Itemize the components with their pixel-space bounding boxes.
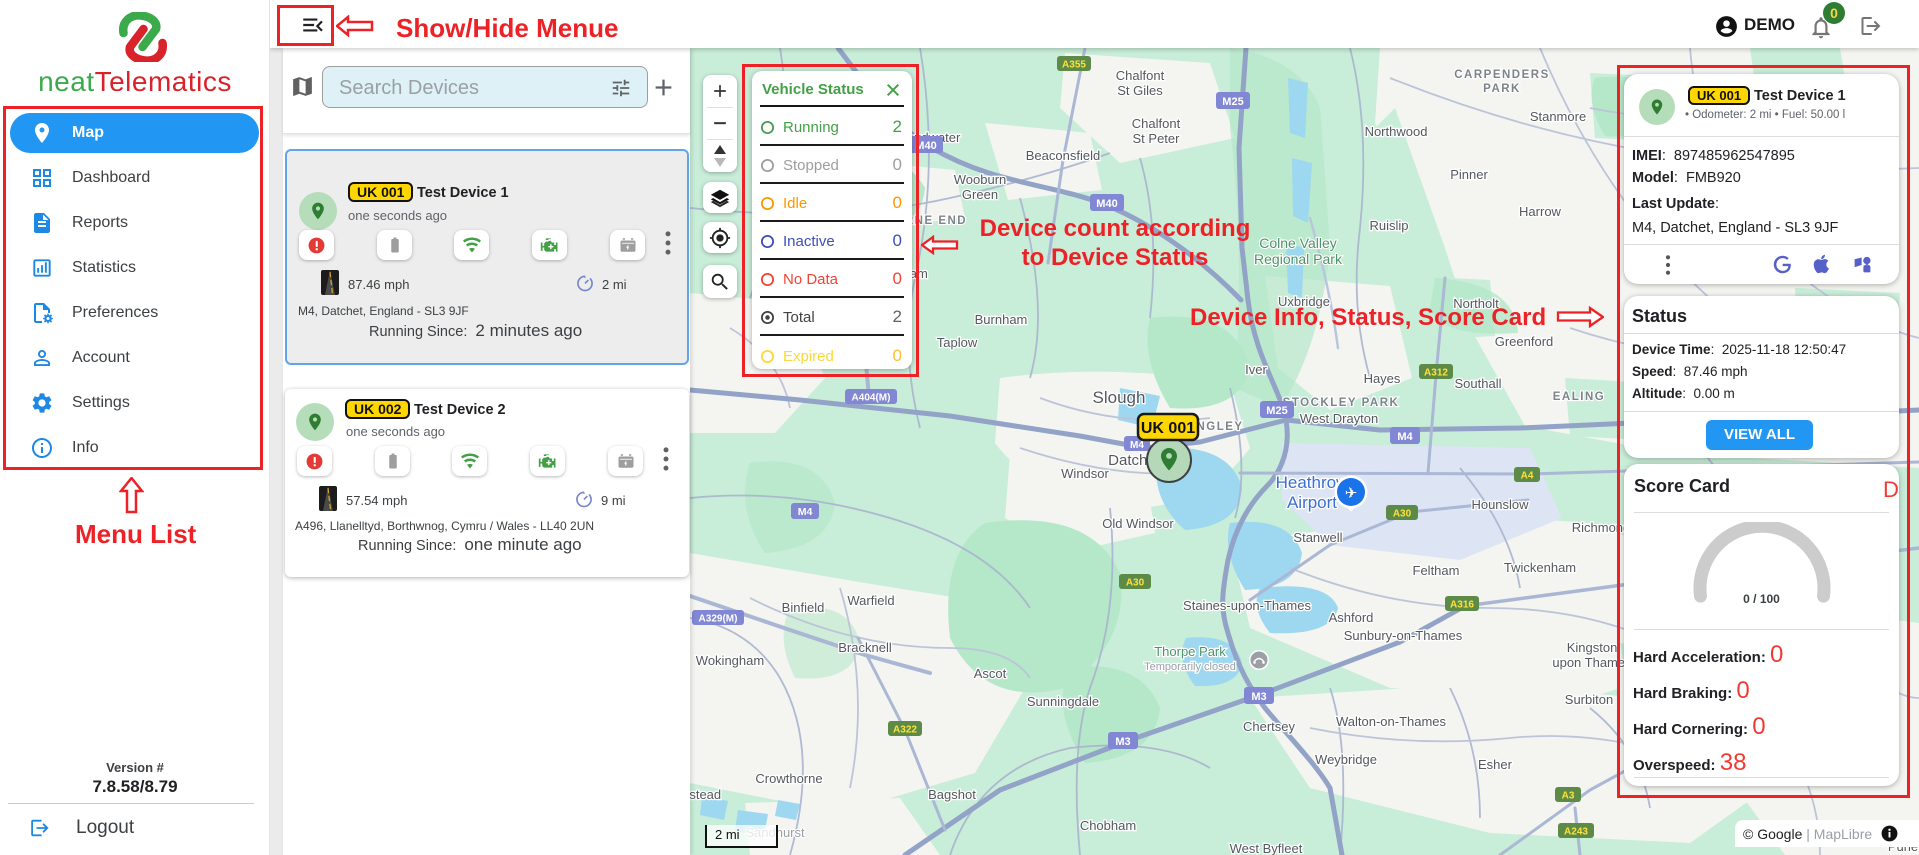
- svg-text:UK 001: UK 001: [1141, 420, 1195, 437]
- svg-text:A30: A30: [1126, 578, 1145, 589]
- svg-text:Iver: Iver: [1245, 362, 1267, 377]
- svg-text:Hounslow: Hounslow: [1471, 497, 1529, 512]
- svg-text:Green: Green: [962, 187, 998, 202]
- svg-text:St Peter: St Peter: [1133, 131, 1181, 146]
- svg-text:Binfield: Binfield: [782, 600, 825, 615]
- svg-text:A404(M): A404(M): [852, 393, 891, 404]
- svg-text:Chertsey: Chertsey: [1243, 719, 1296, 734]
- svg-text:Thorpe Park: Thorpe Park: [1154, 644, 1226, 659]
- svg-text:Staines-upon-Thames: Staines-upon-Thames: [1183, 598, 1311, 613]
- svg-text:NGLEY: NGLEY: [1196, 421, 1243, 433]
- svg-text:Chalfont: Chalfont: [1132, 116, 1181, 131]
- svg-text:EALING: EALING: [1553, 391, 1605, 403]
- svg-text:West Drayton: West Drayton: [1300, 411, 1379, 426]
- svg-text:St Giles: St Giles: [1117, 83, 1163, 98]
- svg-text:Old Windsor: Old Windsor: [1102, 516, 1174, 531]
- svg-text:A243: A243: [1564, 827, 1588, 838]
- svg-text:A30: A30: [1393, 509, 1412, 520]
- svg-text:Regional Park: Regional Park: [1254, 251, 1343, 267]
- svg-text:Ruislip: Ruislip: [1369, 218, 1408, 233]
- svg-text:West Byfleet: West Byfleet: [1230, 841, 1303, 855]
- svg-text:Hayes: Hayes: [1364, 371, 1401, 386]
- svg-text:Twickenham: Twickenham: [1504, 560, 1576, 575]
- svg-text:A316: A316: [1450, 600, 1474, 611]
- svg-text:Wooburn: Wooburn: [954, 172, 1007, 187]
- svg-text:M25: M25: [1222, 96, 1243, 108]
- svg-text:A322: A322: [893, 725, 917, 736]
- svg-text:Feltham: Feltham: [1413, 563, 1460, 578]
- svg-text:M4: M4: [1130, 440, 1144, 451]
- svg-text:Stanwell: Stanwell: [1293, 530, 1342, 545]
- svg-text:PARK: PARK: [1483, 83, 1521, 95]
- svg-text:Slough: Slough: [1093, 388, 1146, 407]
- svg-text:Bagshot: Bagshot: [928, 787, 976, 802]
- svg-text:M25: M25: [1266, 405, 1287, 417]
- svg-text:Ascot: Ascot: [974, 666, 1007, 681]
- svg-text:M4: M4: [1397, 431, 1413, 443]
- svg-text:Crowthorne: Crowthorne: [755, 771, 822, 786]
- svg-text:Surbiton: Surbiton: [1565, 692, 1613, 707]
- svg-text:Colne Valley: Colne Valley: [1259, 235, 1337, 251]
- svg-text:A355: A355: [1062, 60, 1086, 71]
- svg-text:Stanmore: Stanmore: [1530, 109, 1586, 124]
- svg-text:M3: M3: [1115, 736, 1130, 748]
- svg-text:M40: M40: [1096, 198, 1117, 210]
- svg-text:Wokingham: Wokingham: [696, 653, 764, 668]
- svg-text:npstead: npstead: [690, 787, 721, 802]
- svg-text:A3: A3: [1562, 791, 1575, 802]
- svg-text:Warfield: Warfield: [847, 593, 894, 608]
- svg-text:✈: ✈: [1345, 485, 1358, 502]
- svg-text:Sunbury-on-Thames: Sunbury-on-Thames: [1344, 628, 1463, 643]
- svg-text:Chobham: Chobham: [1080, 818, 1136, 833]
- svg-text:Pinner: Pinner: [1450, 167, 1488, 182]
- svg-text:M3: M3: [1251, 691, 1266, 703]
- svg-text:M4: M4: [798, 506, 813, 518]
- svg-text:Kingston: Kingston: [1567, 640, 1618, 655]
- svg-text:Airport: Airport: [1287, 493, 1337, 512]
- svg-text:Southall: Southall: [1455, 376, 1502, 391]
- svg-text:Bracknell: Bracknell: [838, 640, 892, 655]
- svg-text:Ashford: Ashford: [1329, 610, 1374, 625]
- svg-text:Harrow: Harrow: [1519, 204, 1562, 219]
- svg-text:Northwood: Northwood: [1365, 124, 1428, 139]
- svg-text:Chalfont: Chalfont: [1116, 68, 1165, 83]
- svg-text:Esher: Esher: [1478, 757, 1513, 772]
- svg-text:STOCKLEY PARK: STOCKLEY PARK: [1283, 397, 1400, 409]
- svg-text:Sunningdale: Sunningdale: [1027, 694, 1099, 709]
- svg-text:Walton-on-Thames: Walton-on-Thames: [1336, 714, 1447, 729]
- svg-text:A312: A312: [1424, 368, 1448, 379]
- svg-text:Greenford: Greenford: [1495, 334, 1554, 349]
- svg-text:Windsor: Windsor: [1061, 466, 1109, 481]
- svg-text:Beaconsfield: Beaconsfield: [1026, 148, 1100, 163]
- svg-text:Temporarily closed: Temporarily closed: [1144, 661, 1236, 673]
- svg-text:Weybridge: Weybridge: [1315, 752, 1377, 767]
- svg-text:CARPENDERS: CARPENDERS: [1454, 69, 1550, 81]
- svg-text:Taplow: Taplow: [937, 335, 978, 350]
- svg-text:Burnham: Burnham: [975, 312, 1028, 327]
- svg-text:A329(M): A329(M): [699, 614, 738, 625]
- svg-text:A4: A4: [1521, 471, 1534, 482]
